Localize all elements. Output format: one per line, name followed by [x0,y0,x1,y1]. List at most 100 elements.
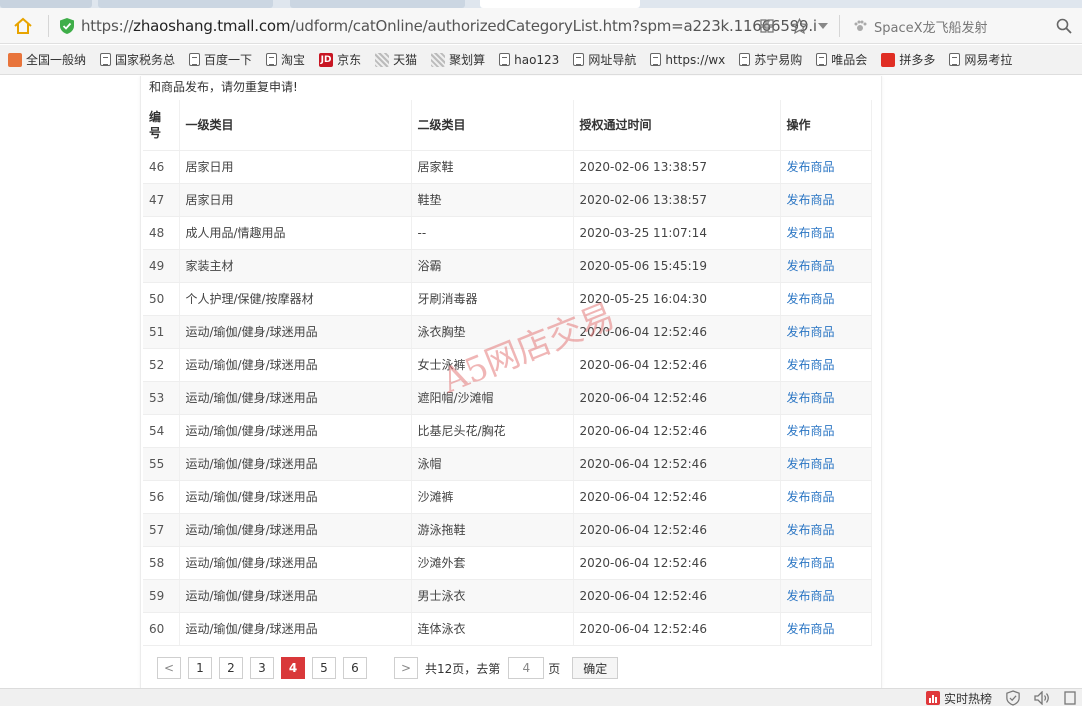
star-icon[interactable] [785,14,813,38]
bookmark-item[interactable]: 天猫 [375,51,417,68]
page-suffix-text: 页 [548,661,561,676]
cell-time: 2020-06-04 12:52:46 [573,315,781,349]
hot-list[interactable]: 实时热榜 [925,690,992,707]
grid-icon[interactable] [755,14,779,38]
column-header-cat2: 二级类目 [411,100,574,151]
cell-time: 2020-05-25 16:04:30 [573,282,781,316]
header-num-line2: 号 [149,125,162,140]
page-number-input[interactable] [508,657,545,679]
total-pages-text: 共12页，去第 [425,661,501,676]
column-header-op: 操作 [780,100,872,151]
publish-product-link[interactable]: 发布商品 [780,348,872,382]
bookmark-label: https://wx [665,52,726,67]
table-row: 53 运动/瑜伽/健身/球迷用品 遮阳帽/沙滩帽 2020-06-04 12:52:4… [143,381,872,415]
cell-time: 2020-02-06 13:38:57 [573,150,781,184]
cell-cat2: 沙滩裤 [411,480,574,514]
cell-time: 2020-06-04 12:52:46 [573,447,781,481]
browser-tab-active[interactable] [480,0,640,8]
browser-tab[interactable] [290,0,465,8]
home-icon[interactable] [8,11,38,41]
url-field[interactable]: https://zhaoshang.tmall.com/udform/catOn… [81,17,817,35]
confirm-button[interactable]: 确定 [572,657,619,679]
site-icon [881,52,896,67]
publish-product-link[interactable]: 发布商品 [780,315,872,349]
page-button-1[interactable]: 1 [188,657,212,679]
cell-num: 49 [143,249,180,283]
cell-num: 54 [143,414,180,448]
bookmark-item[interactable]: 苏宁易购 [739,51,802,68]
bookmark-item[interactable]: 网易考拉 [949,51,1012,68]
publish-product-link[interactable]: 发布商品 [780,150,872,184]
bookmark-item[interactable]: 聚划算 [431,51,485,68]
bookmark-item[interactable]: 百度一下 [189,51,252,68]
chevron-down-icon[interactable] [813,14,833,38]
status-bar-tools: 实时热榜 [912,689,1076,707]
cell-cat1: 运动/瑜伽/健身/球迷用品 [179,447,412,481]
publish-product-link[interactable]: 发布商品 [780,513,872,547]
page-button-6[interactable]: 6 [343,657,367,679]
publish-product-link[interactable]: 发布商品 [780,447,872,481]
page-button-3[interactable]: 3 [250,657,274,679]
publish-product-link[interactable]: 发布商品 [780,249,872,283]
cell-time: 2020-06-04 12:52:46 [573,414,781,448]
cell-time: 2020-06-04 12:52:46 [573,513,781,547]
bookmark-item[interactable]: 唯品会 [816,51,867,68]
browser-tab[interactable] [0,0,92,8]
publish-product-link[interactable]: 发布商品 [780,612,872,646]
cell-num: 53 [143,381,180,415]
bookmark-item[interactable]: https://wx [650,53,725,67]
window-icon[interactable] [1064,691,1076,705]
cell-cat1: 运动/瑜伽/健身/球迷用品 [179,612,412,646]
page-button-5[interactable]: 5 [312,657,336,679]
page-icon [739,53,751,66]
browser-tab[interactable] [98,0,273,8]
page-icon [949,53,961,66]
cell-cat2: 沙滩外套 [411,546,574,580]
publish-product-link[interactable]: 发布商品 [780,216,872,250]
cell-time: 2020-05-06 15:45:19 [573,249,781,283]
cell-cat2: 遮阳帽/沙滩帽 [411,381,574,415]
bookmark-item[interactable]: 全国一般纳 [8,51,86,68]
bookmark-item[interactable]: 网址导航 [573,51,636,68]
bookmark-item[interactable]: JD 京东 [319,51,361,68]
publish-product-link[interactable]: 发布商品 [780,282,872,316]
search-box[interactable]: SpaceX龙飞船发射 [852,13,1074,39]
address-bar-tools: SpaceX龙飞船发射 [755,8,1082,44]
bookmark-item[interactable]: hao123 [499,53,559,67]
cell-cat1: 居家日用 [179,150,412,184]
cell-num: 59 [143,579,180,613]
bookmark-item[interactable]: 拼多多 [881,51,935,68]
next-page-button[interactable]: > [394,657,418,679]
bookmark-item[interactable]: 国家税务总 [100,51,175,68]
column-header-cat1: 一级类目 [179,100,412,151]
cell-cat2: 泳衣胸垫 [411,315,574,349]
security-shield-icon[interactable] [1006,690,1020,706]
bookmark-label: 网址导航 [588,53,637,67]
publish-product-link[interactable]: 发布商品 [780,480,872,514]
table-row: 59 运动/瑜伽/健身/球迷用品 男士泳衣 2020-06-04 12:52:46 发布… [143,579,872,613]
table-row: 49 家装主材 浴霸 2020-05-06 15:45:19 发布商品 [143,249,872,283]
cell-time: 2020-06-04 12:52:46 [573,381,781,415]
page-icon [573,53,585,66]
page-button-4[interactable]: 4 [281,657,305,679]
bookmark-label: 京东 [337,53,362,67]
search-input[interactable]: SpaceX龙飞船发射 [868,17,1054,36]
prev-page-button[interactable]: < [157,657,181,679]
page-button-2[interactable]: 2 [219,657,243,679]
speaker-icon[interactable] [1034,691,1050,705]
search-icon[interactable] [1054,16,1074,36]
publish-product-link[interactable]: 发布商品 [780,579,872,613]
pagination: <123456 > 共12页，去第 页确定 [157,657,619,679]
bookmark-label: 淘宝 [281,53,306,67]
divider [48,14,49,37]
publish-product-link[interactable]: 发布商品 [780,546,872,580]
publish-product-link[interactable]: 发布商品 [780,381,872,415]
page-icon [499,53,511,66]
column-header-num: 编号 [143,100,180,151]
page-icon [266,53,278,66]
cell-cat2: 连体泳衣 [411,612,574,646]
bookmark-item[interactable]: 淘宝 [266,51,305,68]
publish-product-link[interactable]: 发布商品 [780,414,872,448]
publish-product-link[interactable]: 发布商品 [780,183,872,217]
cell-cat1: 成人用品/情趣用品 [179,216,412,250]
